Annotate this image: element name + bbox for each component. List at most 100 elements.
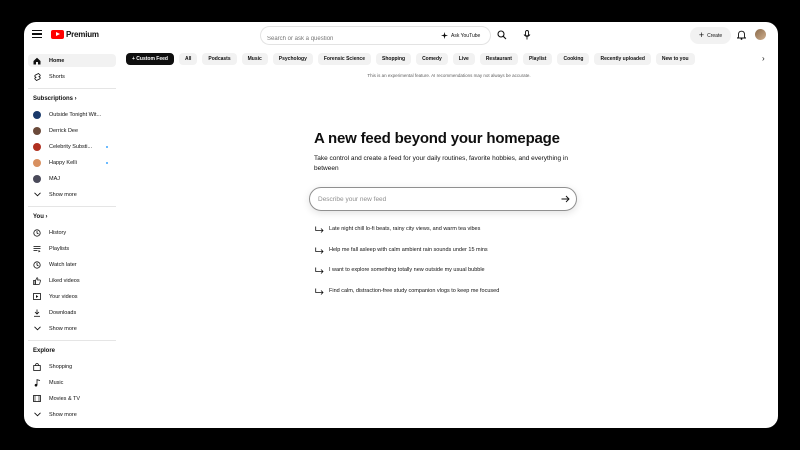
divider [28, 206, 116, 207]
feed-description-box [309, 187, 577, 211]
turn-right-arrow-icon [315, 247, 324, 254]
feed-suggestion[interactable]: I want to explore something totally new … [315, 264, 485, 276]
plus-icon: + [698, 30, 705, 40]
sidebar-item-label: Happy Kelli [49, 159, 77, 166]
movies-icon [33, 395, 41, 403]
sidebar-item-your-videos[interactable]: Your videos [28, 290, 116, 303]
chip-restaurant[interactable]: Restaurant [479, 52, 518, 65]
new-content-dot [106, 161, 108, 164]
filter-chips-bar: + Custom Feed All Podcasts Music Psychol… [126, 52, 766, 65]
sparkle-icon [441, 32, 448, 39]
suggestion-text: I want to explore something totally new … [329, 267, 485, 273]
top-bar: Premium Ask YouTube + Create [24, 22, 778, 50]
shopping-icon [33, 362, 41, 371]
chip-psychology[interactable]: Psychology [272, 52, 313, 65]
chip-comedy[interactable]: Comedy [416, 52, 448, 65]
subscriptions-heading[interactable]: Subscriptions › [33, 96, 77, 102]
chip-music[interactable]: Music [241, 52, 268, 65]
arrow-right-icon[interactable] [561, 195, 570, 203]
sidebar-item-liked-videos[interactable]: Liked videos [28, 274, 116, 287]
sidebar-item-history[interactable]: History [28, 226, 116, 239]
sidebar-item-downloads[interactable]: Downloads [28, 306, 116, 319]
sidebar-item-label: History [49, 229, 67, 236]
sidebar-item-shopping[interactable]: Shopping [28, 360, 116, 373]
page-description: Take control and create a feed for your … [314, 155, 569, 172]
menu-icon[interactable] [32, 30, 42, 39]
you-show-more[interactable]: Show more [28, 322, 116, 335]
chevron-down-icon [33, 325, 41, 333]
feed-suggestion[interactable]: Find calm, distraction-free study compan… [315, 285, 499, 297]
you-heading[interactable]: You › [33, 214, 48, 220]
feed-suggestion[interactable]: Late night chill lo-fi beats, rainy city… [315, 223, 480, 235]
subscriptions-show-more[interactable]: Show more [28, 188, 116, 201]
suggestion-text: Help me fall asleep with calm ambient ra… [329, 247, 488, 253]
like-icon [33, 276, 41, 285]
create-button[interactable]: + Create [690, 27, 731, 44]
ask-youtube-label: Ask YouTube [451, 32, 481, 39]
microphone-icon[interactable] [523, 30, 531, 40]
turn-right-arrow-icon [315, 226, 324, 233]
search-box [260, 26, 435, 48]
sidebar: Home Shorts Subscriptions › Outside Toni… [24, 50, 120, 428]
sidebar-item-label: MAJ [49, 175, 60, 182]
sidebar-item-label: Movies & TV [49, 395, 81, 402]
feed-description-input[interactable] [316, 194, 550, 204]
sidebar-item-label: Home [49, 57, 65, 64]
experimental-notice: This is an experimental feature. AI reco… [367, 73, 531, 78]
youtube-logo[interactable]: Premium [51, 30, 99, 39]
chevron-down-icon [33, 411, 41, 419]
chip-playlist[interactable]: Playlist [522, 52, 553, 65]
search-icon[interactable] [497, 30, 507, 40]
sidebar-item-movies[interactable]: Movies & TV [28, 392, 116, 405]
chip-all[interactable]: All [178, 52, 198, 65]
watch-later-icon [33, 260, 41, 269]
channel-avatar [33, 126, 41, 135]
chip-custom-feed[interactable]: + Custom Feed [126, 52, 174, 65]
chip-cooking[interactable]: Cooking [557, 52, 590, 65]
sidebar-item-label: Show more [49, 411, 77, 418]
chip-podcasts[interactable]: Podcasts [202, 52, 237, 65]
chip-recently-uploaded[interactable]: Recently uploaded [594, 52, 651, 65]
sidebar-item-label: Outside Tonight Wit... [49, 111, 102, 118]
chip-new-to-you[interactable]: New to you [655, 52, 695, 65]
sidebar-item-subscription[interactable]: MAJ [28, 172, 116, 185]
account-avatar[interactable] [755, 29, 766, 40]
app-window: Premium Ask YouTube + Create Home Shorts… [24, 22, 778, 428]
home-icon [33, 57, 41, 65]
sidebar-item-label: Celebrity Substi... [49, 143, 93, 150]
channel-avatar [33, 174, 41, 183]
suggestion-text: Find calm, distraction-free study compan… [329, 288, 500, 294]
sidebar-item-watch-later[interactable]: Watch later [28, 258, 116, 271]
new-content-dot [106, 145, 108, 148]
sidebar-item-subscription[interactable]: Celebrity Substi... [28, 140, 116, 153]
feed-suggestion[interactable]: Help me fall asleep with calm ambient ra… [315, 244, 488, 256]
sidebar-item-label: Show more [49, 325, 77, 332]
explore-show-more[interactable]: Show more [28, 408, 116, 421]
sidebar-item-subscription[interactable]: Outside Tonight Wit... [28, 108, 116, 121]
turn-right-arrow-icon [315, 288, 324, 295]
chip-forensic-science[interactable]: Forensic Science [317, 52, 371, 65]
chip-shopping[interactable]: Shopping [376, 52, 412, 65]
turn-right-arrow-icon [315, 267, 324, 274]
search-input[interactable] [261, 30, 427, 48]
divider [28, 340, 116, 341]
sidebar-item-label: Derrick Dee [49, 127, 79, 134]
sidebar-item-label: Your videos [49, 293, 78, 300]
ask-youtube-button[interactable]: Ask YouTube [435, 26, 491, 45]
page-title: A new feed beyond your homepage [314, 130, 560, 147]
sidebar-item-music[interactable]: Music [28, 376, 116, 389]
chevron-right-icon[interactable]: › [762, 54, 765, 63]
chevron-down-icon [33, 191, 41, 199]
sidebar-item-subscription[interactable]: Derrick Dee [28, 124, 116, 137]
channel-avatar [33, 158, 41, 167]
channel-avatar [33, 142, 41, 151]
sidebar-item-subscription[interactable]: Happy Kelli [28, 156, 116, 169]
chip-live[interactable]: Live [452, 52, 475, 65]
sidebar-item-home[interactable]: Home [28, 54, 116, 67]
sidebar-item-playlists[interactable]: Playlists [28, 242, 116, 255]
notifications-bell-icon[interactable] [737, 30, 746, 40]
logo-text: Premium [66, 30, 99, 39]
divider [28, 88, 116, 89]
sidebar-item-label: Shopping [49, 363, 73, 370]
download-icon [33, 309, 41, 317]
